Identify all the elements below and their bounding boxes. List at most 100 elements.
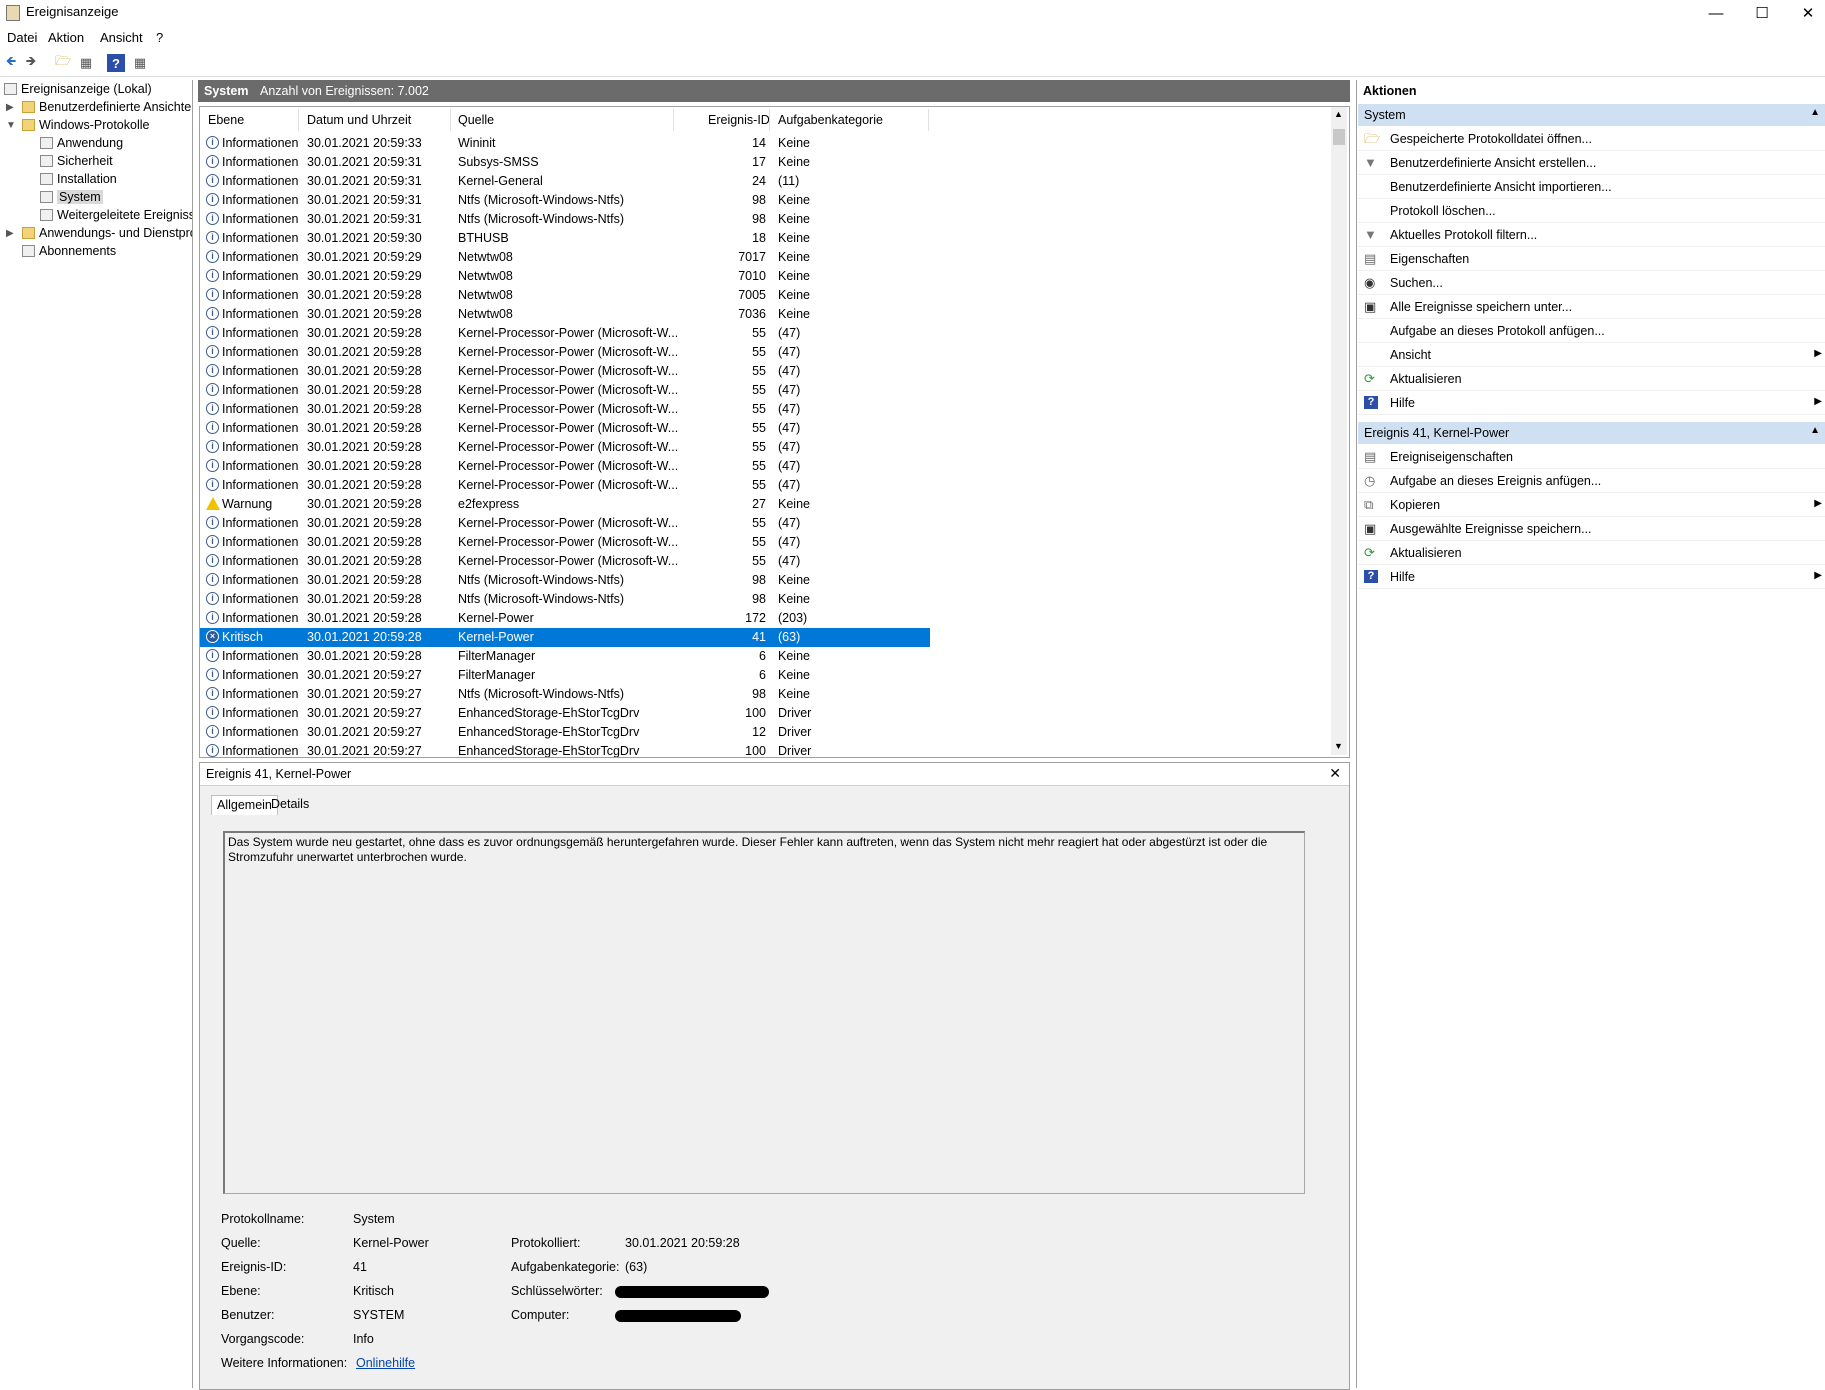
action-item[interactable]: Ansicht ▶ xyxy=(1358,344,1825,367)
tree-app-services[interactable]: ▶Anwendungs- und Dienstprotokolle xyxy=(6,224,192,242)
tree-log-forwarded[interactable]: Weitergeleitete Ereignisse xyxy=(40,206,192,224)
scroll-thumb[interactable] xyxy=(1333,129,1345,145)
action-item[interactable]: ▣ Ausgewählte Ereignisse speichern... xyxy=(1358,518,1825,541)
table-row[interactable]: i Informationen 30.01.2021 20:59:27 Enhance… xyxy=(200,723,930,742)
table-row[interactable]: i Informationen 30.01.2021 20:59:28 Kernel-… xyxy=(200,552,930,571)
table-row[interactable]: i Informationen 30.01.2021 20:59:33 Wininit… xyxy=(200,134,930,153)
table-row[interactable]: i Informationen 30.01.2021 20:59:28 Ntfs (M… xyxy=(200,571,930,590)
table-row[interactable]: i Informationen 30.01.2021 20:59:27 FilterM… xyxy=(200,666,930,685)
action-item[interactable]: ⧉ Kopieren ▶ xyxy=(1358,494,1825,517)
table-row[interactable]: i Informationen 30.01.2021 20:59:31 Ntfs (M… xyxy=(200,210,930,229)
action-item[interactable]: Aufgabe an dieses Protokoll anfügen... xyxy=(1358,320,1825,343)
column-header-task-category[interactable]: Aufgabenkategorie xyxy=(778,113,883,127)
table-row[interactable]: i Informationen 30.01.2021 20:59:31 Ntfs (M… xyxy=(200,191,930,210)
table-row[interactable]: i Informationen 30.01.2021 20:59:28 Kernel-… xyxy=(200,533,930,552)
table-row[interactable]: Warnung 30.01.2021 20:59:28 e2fexpress Kein… xyxy=(200,495,930,514)
collapse-icon[interactable]: ▼ xyxy=(6,120,16,131)
cell-date: 30.01.2021 20:59:28 xyxy=(307,326,422,340)
section-header-system[interactable]: System ▲ xyxy=(1358,104,1825,126)
table-row[interactable]: i Informationen 30.01.2021 20:59:30 BTHUSB K… xyxy=(200,229,930,248)
cell-source: BTHUSB xyxy=(458,231,509,245)
label-computer: Computer: xyxy=(511,1308,570,1322)
table-row[interactable]: i Informationen 30.01.2021 20:59:27 Enhance… xyxy=(200,742,930,757)
maximize-button[interactable]: ☐ xyxy=(1739,0,1785,26)
table-row[interactable]: i Informationen 30.01.2021 20:59:31 Subsys-… xyxy=(200,153,930,172)
menu-help[interactable]: ? xyxy=(156,30,163,45)
tree-log-system[interactable]: System xyxy=(40,188,103,206)
table-row[interactable]: × Kritisch 30.01.2021 20:59:28 Kernel-Power… xyxy=(200,628,930,647)
table-row[interactable]: i Informationen 30.01.2021 20:59:28 Kernel-… xyxy=(200,324,930,343)
close-window-button[interactable]: ✕ xyxy=(1785,0,1825,26)
cell-level: Informationen xyxy=(222,288,299,302)
action-item[interactable]: ▣ Alle Ereignisse speichern unter... xyxy=(1358,296,1825,319)
table-row[interactable]: i Informationen 30.01.2021 20:59:28 Kernel-… xyxy=(200,457,930,476)
action-item[interactable]: Protokoll löschen... xyxy=(1358,200,1825,223)
action-item[interactable]: ? Hilfe ▶ xyxy=(1358,392,1825,415)
action-item[interactable]: ▼ Benutzerdefinierte Ansicht erstellen... xyxy=(1358,152,1825,175)
action-item[interactable]: ▤ Eigenschaften xyxy=(1358,248,1825,271)
action-item[interactable]: ? Hilfe ▶ xyxy=(1358,566,1825,589)
action-item[interactable]: Benutzerdefinierte Ansicht importieren..… xyxy=(1358,176,1825,199)
table-row[interactable]: i Informationen 30.01.2021 20:59:28 Kernel-… xyxy=(200,609,930,628)
action-item[interactable]: ⟳ Aktualisieren xyxy=(1358,542,1825,565)
tree-custom-views[interactable]: ▶ Benutzerdefinierte Ansichten xyxy=(6,98,192,116)
action-item[interactable]: ◷ Aufgabe an dieses Ereignis anfügen... xyxy=(1358,470,1825,493)
table-row[interactable]: i Informationen 30.01.2021 20:59:28 Netwtw0… xyxy=(200,286,930,305)
forward-arrow-icon[interactable]: 🡺 xyxy=(22,53,40,72)
collapse-icon[interactable]: ▲ xyxy=(1810,425,1820,436)
tree-log-sicherheit[interactable]: Sicherheit xyxy=(40,152,113,170)
tree-root[interactable]: Ereignisanzeige (Lokal) xyxy=(4,80,152,98)
table-row[interactable]: i Informationen 30.01.2021 20:59:27 Ntfs (M… xyxy=(200,685,930,704)
table-row[interactable]: i Informationen 30.01.2021 20:59:29 Netwtw0… xyxy=(200,267,930,286)
column-header-level[interactable]: Ebene xyxy=(208,113,244,127)
tree-subscriptions[interactable]: Abonnements xyxy=(22,242,116,260)
table-row[interactable]: i Informationen 30.01.2021 20:59:28 Kernel-… xyxy=(200,381,930,400)
menu-aktion[interactable]: Aktion xyxy=(48,30,84,45)
online-help-link[interactable]: Onlinehilfe xyxy=(356,1356,415,1370)
tree-log-anwendung[interactable]: Anwendung xyxy=(40,134,123,152)
help-icon[interactable]: ? xyxy=(107,54,125,72)
table-row[interactable]: i Informationen 30.01.2021 20:59:29 Netwtw0… xyxy=(200,248,930,267)
expand-icon[interactable]: ▶ xyxy=(6,228,14,239)
scroll-down-icon[interactable]: ▼ xyxy=(1334,741,1343,751)
expand-icon[interactable]: ▶ xyxy=(6,102,14,113)
table-row[interactable]: i Informationen 30.01.2021 20:59:28 Ntfs (M… xyxy=(200,590,930,609)
table-row[interactable]: i Informationen 30.01.2021 20:59:27 Enhance… xyxy=(200,704,930,723)
table-row[interactable]: i Informationen 30.01.2021 20:59:28 FilterM… xyxy=(200,647,930,666)
minimize-button[interactable]: — xyxy=(1693,0,1739,26)
table-row[interactable]: i Informationen 30.01.2021 20:59:28 Kernel-… xyxy=(200,514,930,533)
back-arrow-icon[interactable]: 🡸 xyxy=(2,53,20,72)
properties-icon[interactable]: ▦ xyxy=(77,54,95,72)
show-hide-pane-icon[interactable]: ▦ xyxy=(131,54,149,72)
table-row[interactable]: i Informationen 30.01.2021 20:59:28 Netwtw0… xyxy=(200,305,930,324)
event-list[interactable]: Ebene Datum und Uhrzeit Quelle Ereignis-… xyxy=(199,106,1350,758)
action-item[interactable]: ⟳ Aktualisieren xyxy=(1358,368,1825,391)
table-row[interactable]: i Informationen 30.01.2021 20:59:28 Kernel-… xyxy=(200,343,930,362)
menu-datei[interactable]: Datei xyxy=(7,30,37,45)
table-row[interactable]: i Informationen 30.01.2021 20:59:28 Kernel-… xyxy=(200,476,930,495)
table-row[interactable]: i Informationen 30.01.2021 20:59:28 Kernel-… xyxy=(200,400,930,419)
action-item[interactable]: ◉ Suchen... xyxy=(1358,272,1825,295)
tab-details[interactable]: Details xyxy=(266,795,314,815)
action-item[interactable]: 🗁 Gespeicherte Protokolldatei öffnen... xyxy=(1358,128,1825,151)
column-header-date[interactable]: Datum und Uhrzeit xyxy=(307,113,411,127)
menu-ansicht[interactable]: Ansicht xyxy=(100,30,143,45)
collapse-icon[interactable]: ▲ xyxy=(1810,107,1820,118)
cell-level: Informationen xyxy=(222,649,299,663)
event-list-scrollbar[interactable]: ▲ ▼ xyxy=(1331,107,1347,755)
close-icon[interactable]: ✕ xyxy=(1329,765,1341,782)
open-folder-icon[interactable]: 🗁 xyxy=(54,53,72,72)
section-header-event[interactable]: Ereignis 41, Kernel-Power ▲ xyxy=(1358,422,1825,444)
scroll-up-icon[interactable]: ▲ xyxy=(1334,109,1343,119)
table-row[interactable]: i Informationen 30.01.2021 20:59:31 Kernel-… xyxy=(200,172,930,191)
table-row[interactable]: i Informationen 30.01.2021 20:59:28 Kernel-… xyxy=(200,419,930,438)
action-item[interactable]: ▤ Ereigniseigenschaften xyxy=(1358,446,1825,469)
tree-windows-logs[interactable]: ▼ Windows-Protokolle xyxy=(6,116,149,134)
tree-log-installation[interactable]: Installation xyxy=(40,170,117,188)
column-header-event-id[interactable]: Ereignis-ID xyxy=(708,113,770,127)
cell-event-id: 55 xyxy=(752,402,766,416)
table-row[interactable]: i Informationen 30.01.2021 20:59:28 Kernel-… xyxy=(200,362,930,381)
action-item[interactable]: ▼ Aktuelles Protokoll filtern... xyxy=(1358,224,1825,247)
table-row[interactable]: i Informationen 30.01.2021 20:59:28 Kernel-… xyxy=(200,438,930,457)
column-header-source[interactable]: Quelle xyxy=(458,113,494,127)
